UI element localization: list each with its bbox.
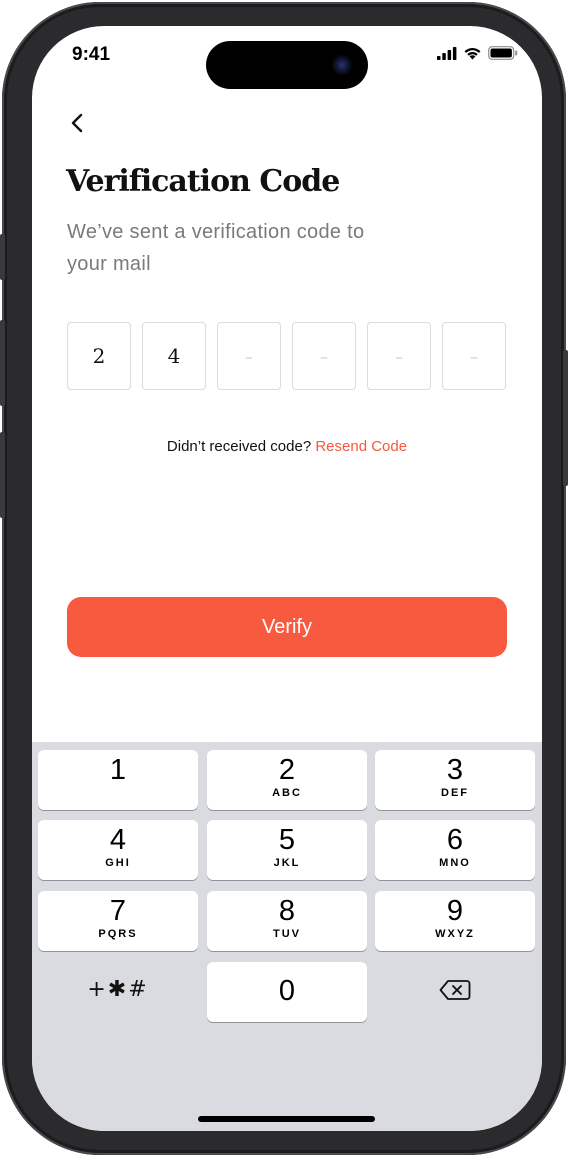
- key-4[interactable]: 4 GHI: [38, 820, 198, 880]
- key-digit: 2: [278, 754, 296, 786]
- key-letters: WXYZ: [435, 928, 475, 940]
- chevron-left-icon: [71, 113, 83, 133]
- key-2[interactable]: 2 ABC: [207, 750, 367, 810]
- code-digit-5[interactable]: –: [367, 322, 431, 390]
- code-digit-2[interactable]: 4: [142, 322, 206, 390]
- key-letters: PQRS: [98, 928, 138, 940]
- key-digit: 3: [446, 754, 464, 786]
- key-letters: DEF: [441, 787, 469, 799]
- page-title: Verification Code: [66, 164, 340, 199]
- code-digit-1[interactable]: 2: [67, 322, 131, 390]
- code-digit-6[interactable]: –: [442, 322, 506, 390]
- key-letters: JKL: [273, 857, 301, 869]
- key-1[interactable]: 1: [38, 750, 198, 810]
- status-icons: [437, 46, 518, 60]
- numeric-keypad: 1 2 ABC 3 DEF 4 GHI 5 JKL 6 MNO 7 PQRS 8…: [32, 742, 542, 1131]
- volume-up-button: [0, 320, 5, 406]
- key-letters: ABC: [272, 787, 302, 799]
- cellular-signal-icon: [437, 46, 457, 60]
- status-time: 9:41: [72, 44, 111, 65]
- key-digit: 7: [109, 895, 127, 927]
- verify-button[interactable]: Verify: [67, 597, 507, 657]
- camera-icon: [332, 55, 352, 75]
- code-digit-3[interactable]: –: [217, 322, 281, 390]
- key-3[interactable]: 3 DEF: [375, 750, 535, 810]
- key-digit: 4: [109, 824, 127, 856]
- key-letters: MNO: [439, 857, 471, 869]
- back-button[interactable]: [62, 108, 92, 138]
- key-digit: 9: [446, 895, 464, 927]
- key-digit: 0: [278, 975, 296, 1007]
- silent-switch: [0, 234, 5, 280]
- key-digit: 8: [278, 895, 296, 927]
- key-letters: TUV: [273, 928, 301, 940]
- symbols-key[interactable]: +✱#: [38, 962, 198, 1016]
- key-9[interactable]: 9 WXYZ: [375, 891, 535, 951]
- key-6[interactable]: 6 MNO: [375, 820, 535, 880]
- key-digit: 6: [446, 824, 464, 856]
- verification-code-input: 2 4 – – – –: [67, 322, 506, 390]
- volume-down-button: [0, 432, 5, 518]
- key-7[interactable]: 7 PQRS: [38, 891, 198, 951]
- dynamic-island: [206, 41, 368, 89]
- wifi-icon: [464, 48, 481, 60]
- code-digit-4[interactable]: –: [292, 322, 356, 390]
- key-digit: 1: [109, 754, 127, 786]
- battery-icon: [488, 46, 518, 60]
- key-digit: 5: [278, 824, 296, 856]
- key-0[interactable]: 0: [207, 962, 367, 1022]
- backspace-icon: [439, 980, 471, 1000]
- phone-frame: 9:41 Verification Code We’ve sent a veri…: [0, 2, 568, 1155]
- page-subtitle: We’ve sent a verification code to your m…: [67, 221, 365, 275]
- screen: 9:41 Verification Code We’ve sent a veri…: [32, 26, 542, 1131]
- delete-key[interactable]: [375, 962, 535, 1018]
- key-5[interactable]: 5 JKL: [207, 820, 367, 880]
- key-letters: GHI: [105, 857, 131, 869]
- resend-code-link[interactable]: Resend Code: [315, 438, 407, 455]
- home-indicator[interactable]: [198, 1116, 375, 1122]
- key-8[interactable]: 8 TUV: [207, 891, 367, 951]
- power-button: [563, 350, 568, 486]
- resend-prompt: Didn’t received code?: [166, 438, 312, 455]
- resend-line: Didn’t received code? Resend Code: [32, 438, 542, 455]
